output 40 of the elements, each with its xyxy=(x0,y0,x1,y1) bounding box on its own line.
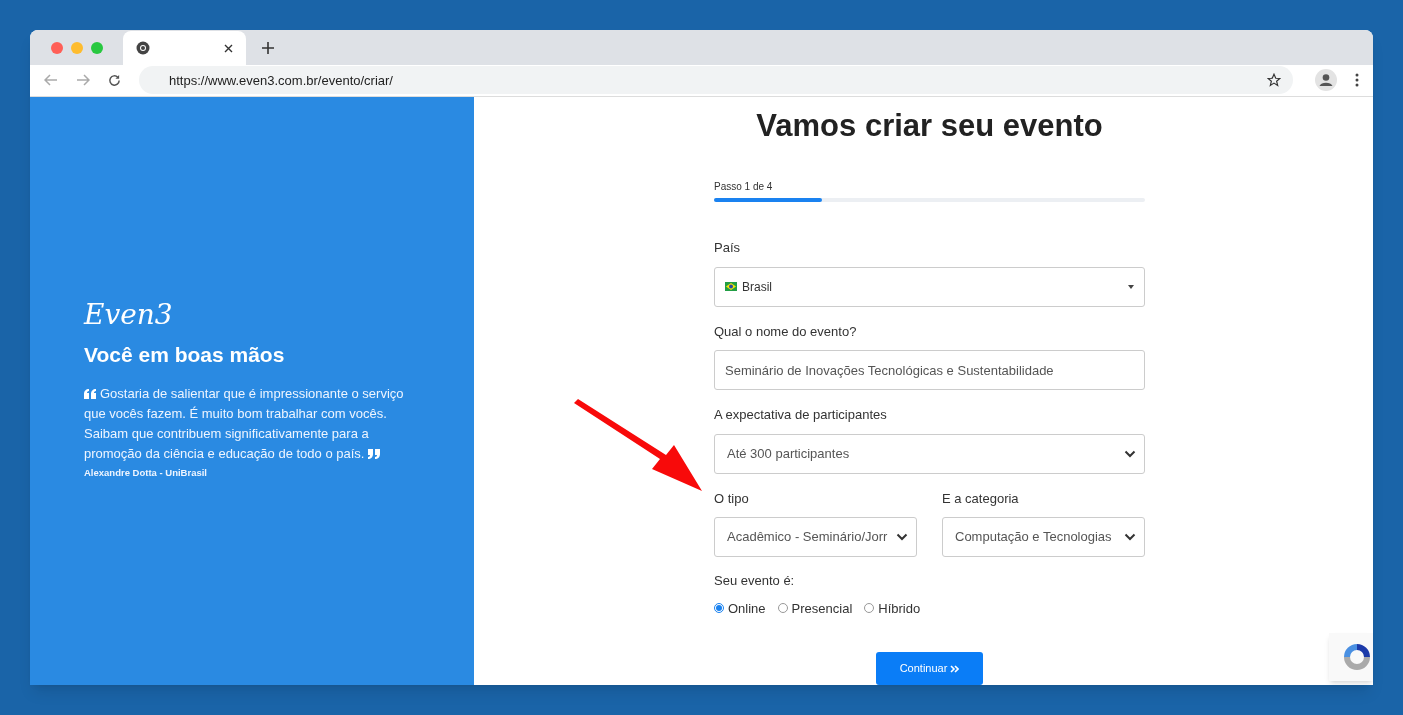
radio-option[interactable]: Online xyxy=(714,598,766,618)
radio-option[interactable]: Híbrido xyxy=(864,598,921,618)
browser-logo-icon xyxy=(136,41,150,56)
double-chevron-right-icon xyxy=(950,664,960,673)
page-title: Vamos criar seu evento xyxy=(756,106,1103,145)
dropdown[interactable]: Acadêmico - Seminário/Jorr xyxy=(714,517,917,557)
radio-option[interactable]: Presencial xyxy=(777,598,853,618)
open-quote-icon xyxy=(84,389,97,400)
field-label: E a categoria xyxy=(942,489,1020,508)
field-label: O tipo xyxy=(714,489,750,508)
sidebar-heading: Você em boas mãos xyxy=(84,341,286,368)
chevron-down-icon xyxy=(1124,449,1136,458)
progress-label: Passo 1 de 4 xyxy=(714,180,774,194)
testimonial-author: Alexandre Dotta - UniBrasil xyxy=(84,466,208,481)
plus-icon[interactable] xyxy=(262,41,274,54)
close-quote-icon xyxy=(367,449,381,460)
browser-tab[interactable] xyxy=(123,31,246,66)
field-label: País xyxy=(714,239,741,257)
recaptcha-icon xyxy=(1341,641,1373,673)
profile-avatar-icon[interactable] xyxy=(1315,69,1337,92)
country-dropdown[interactable]: Brasil xyxy=(714,266,1145,307)
reload-icon[interactable] xyxy=(108,73,121,87)
close-icon[interactable] xyxy=(224,43,233,53)
event-name-field[interactable]: Seminário de Inovações Tecnológicas e Sustentabilidade xyxy=(714,350,1145,390)
continue-button[interactable]: Continuar xyxy=(876,652,983,685)
field-label: Seu evento é: xyxy=(714,572,796,590)
chevron-down-icon xyxy=(896,533,908,541)
dropdown[interactable]: Até 300 participantes xyxy=(714,433,1145,474)
testimonial-quote: Gostaria de salientar que é impressionante o serviço que vocês fazem. É muito bom trabalhar com vocês. Saibam que contribuem significativamente para a promoção da ciência e educação de todo o país. xyxy=(84,385,405,464)
recaptcha-badge[interactable] xyxy=(1329,633,1373,681)
more-options-icon[interactable] xyxy=(1355,73,1359,88)
dropdown[interactable]: Computação e Tecnologias xyxy=(942,517,1145,557)
star-icon[interactable] xyxy=(1267,73,1281,88)
field-label: A expectativa de participantes xyxy=(714,406,888,424)
field-label: Qual o nome do evento? xyxy=(714,322,858,341)
address-bar[interactable]: https://www.even3.com.br/evento/criar/ xyxy=(139,66,1293,95)
logo: Even3 xyxy=(84,300,174,329)
flag-icon xyxy=(725,282,737,291)
caret-icon xyxy=(1128,284,1134,289)
chevron-down-icon xyxy=(1124,533,1136,541)
